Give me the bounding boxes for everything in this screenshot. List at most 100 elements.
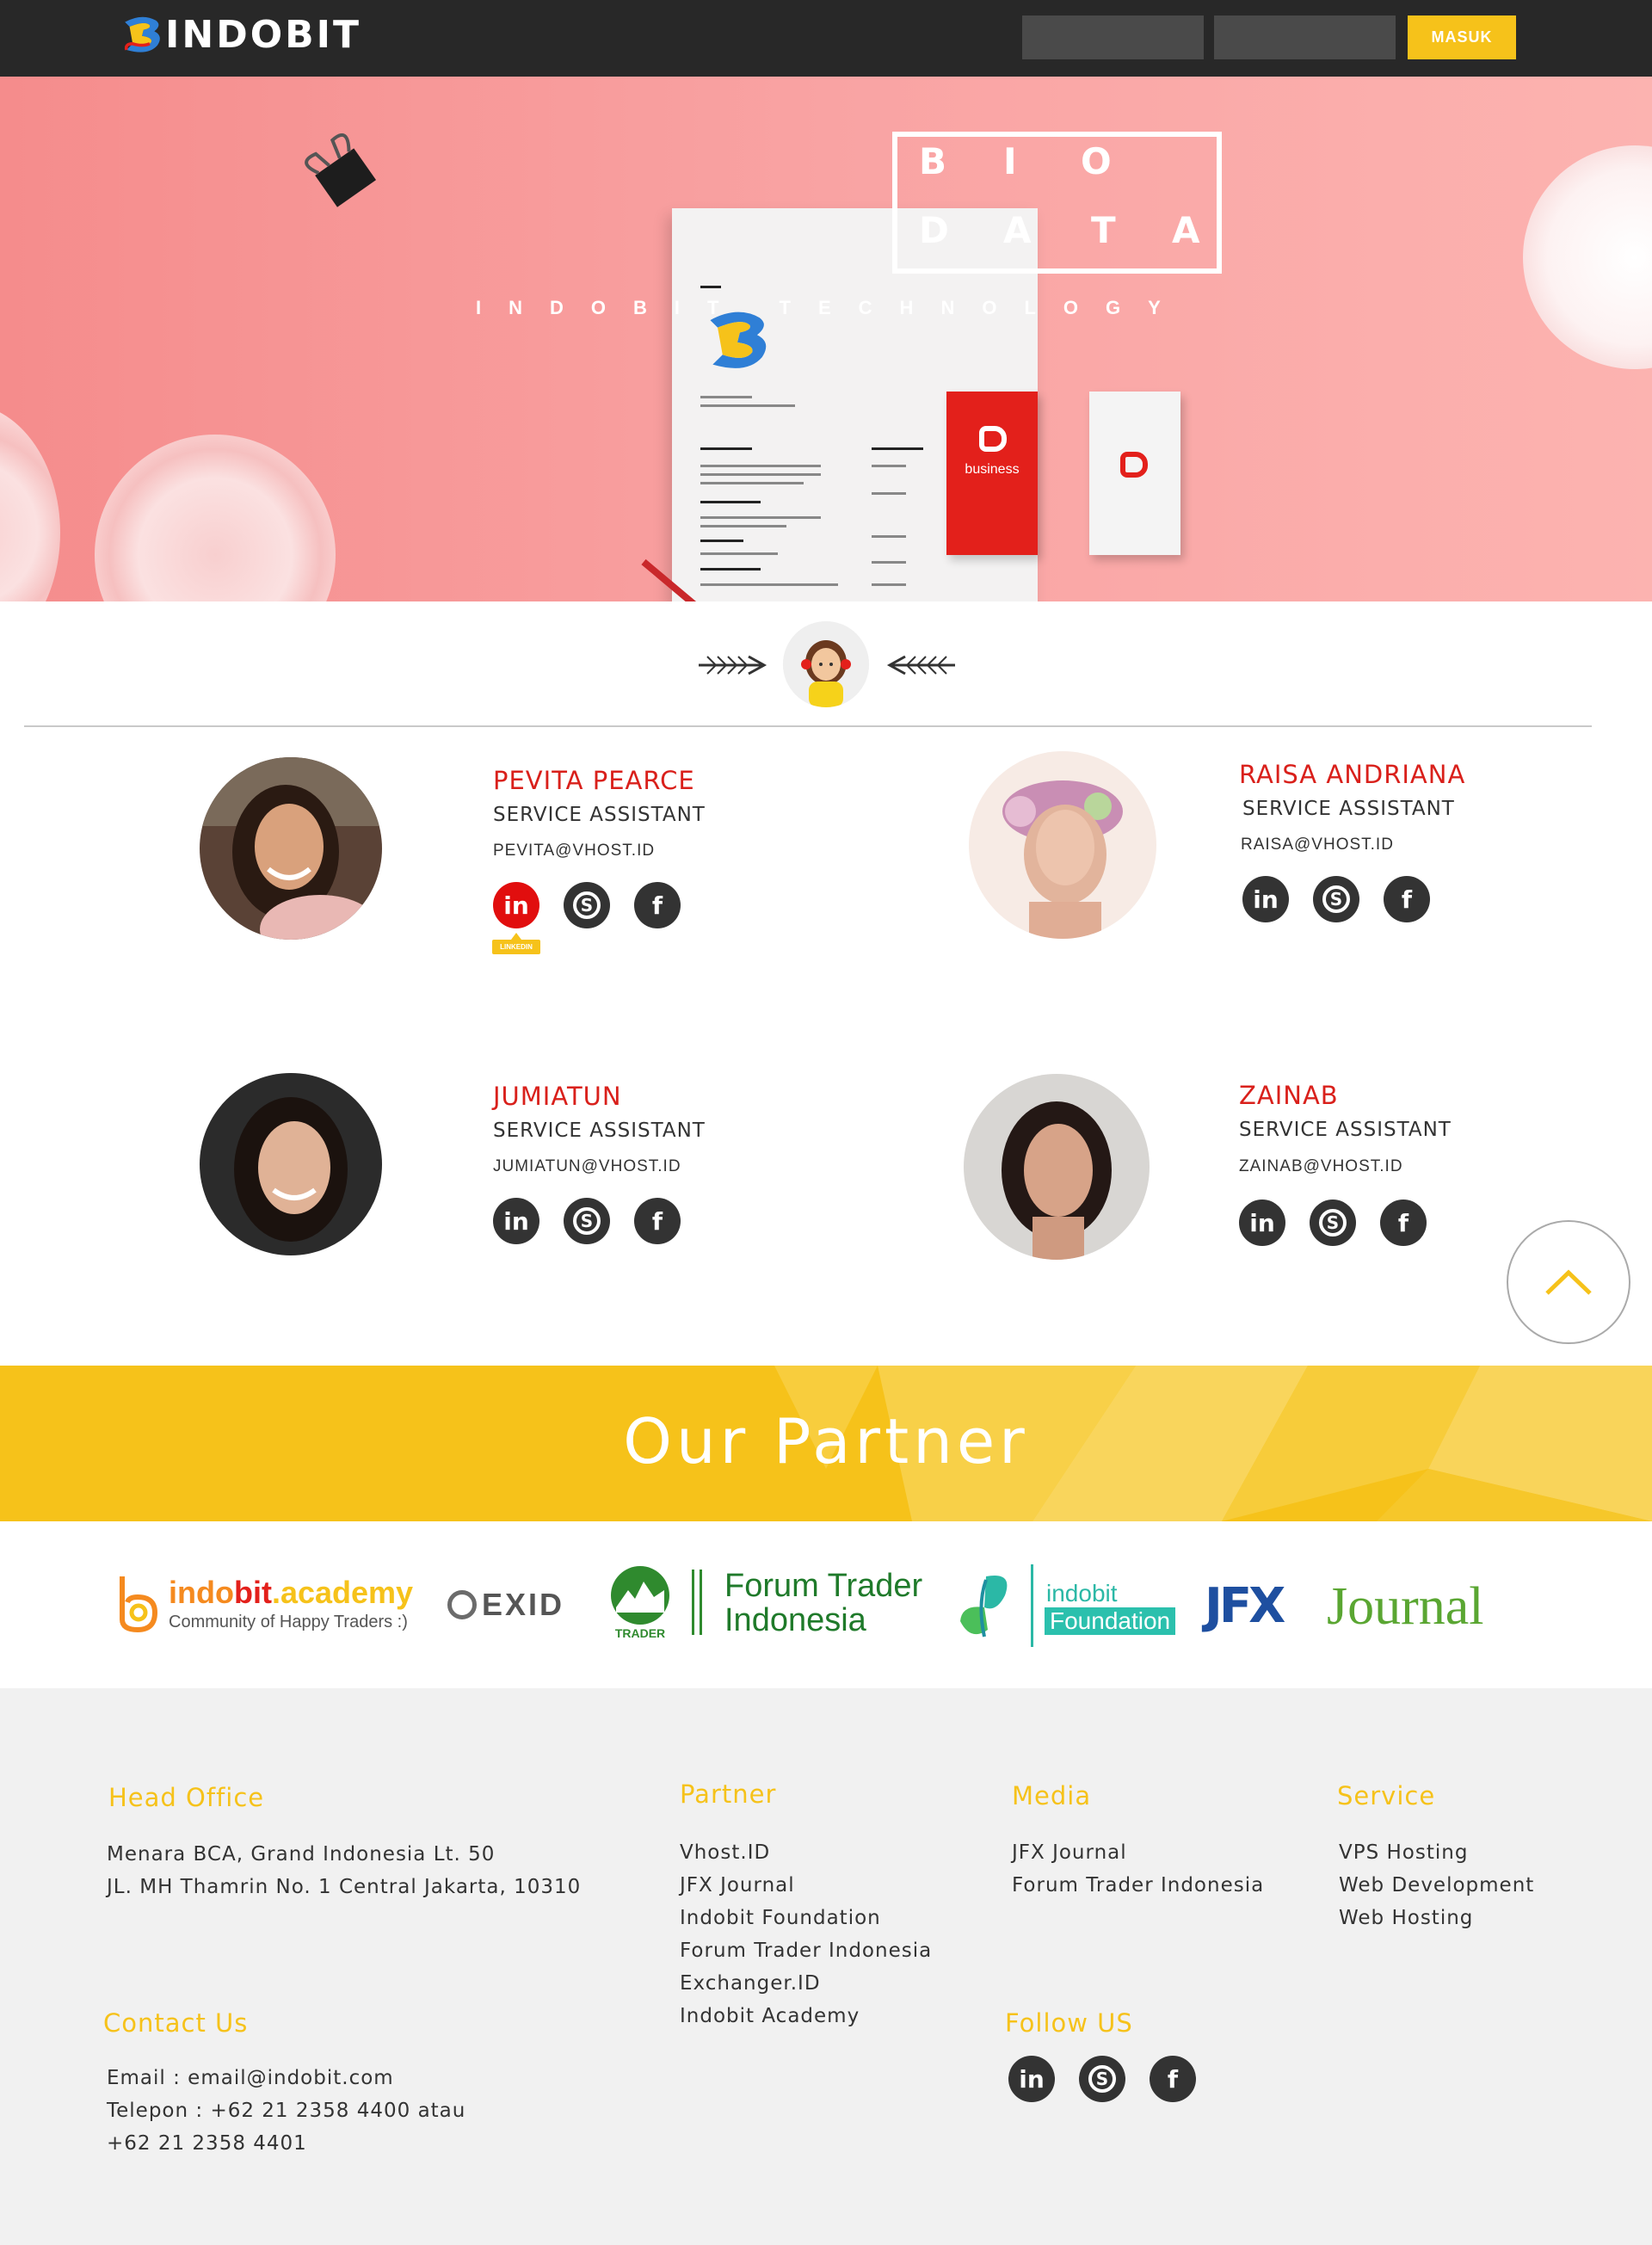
footer-partner-links: Vhost.ID JFX Journal Indobit Foundation … bbox=[680, 1836, 932, 2032]
academy-tagline: Community of Happy Traders :) bbox=[169, 1613, 408, 1631]
support-agent-icon bbox=[783, 621, 869, 707]
forum-trader-indonesia-logo[interactable]: TRADER Forum Trader Indonesia bbox=[607, 1559, 922, 1654]
member-name: ZAINAB bbox=[1239, 1081, 1339, 1110]
linkedin-icon[interactable]: in bbox=[493, 1198, 539, 1244]
member-social-links: in S f bbox=[1239, 1200, 1427, 1246]
bio-letter: T bbox=[1091, 209, 1116, 251]
member-photo bbox=[200, 757, 382, 940]
contact-phone[interactable]: +62 21 2358 4401 bbox=[107, 2127, 465, 2160]
team-member-card: ZAINAB SERVICE ASSISTANT ZAINAB@VHOST.ID… bbox=[964, 1074, 1566, 1272]
footer-media-links: JFX Journal Forum Trader Indonesia bbox=[1012, 1836, 1264, 1902]
member-name: JUMIATUN bbox=[493, 1082, 622, 1111]
support-avatar bbox=[783, 621, 869, 707]
linkedin-icon[interactable]: in bbox=[1242, 876, 1289, 922]
coffee-cup-illustration bbox=[95, 435, 336, 601]
footer-link[interactable]: Forum Trader Indonesia bbox=[1012, 1869, 1264, 1902]
card-logo-icon bbox=[1120, 452, 1148, 478]
member-social-links: in S f bbox=[1242, 876, 1430, 922]
facebook-icon[interactable]: f bbox=[1384, 876, 1430, 922]
card-label: business bbox=[965, 462, 1020, 477]
arrow-right-decoration-icon bbox=[886, 655, 955, 675]
facebook-icon[interactable]: f bbox=[1150, 2056, 1196, 2102]
footer-link[interactable]: JFX Journal bbox=[1012, 1836, 1264, 1869]
contact-phone[interactable]: Telepon : +62 21 2358 4400 atau bbox=[107, 2094, 465, 2127]
scroll-to-top-button[interactable] bbox=[1507, 1220, 1630, 1344]
skype-icon[interactable]: S bbox=[564, 882, 610, 928]
bio-letter: B bbox=[919, 140, 947, 182]
fti-name-line1: Forum Trader bbox=[724, 1568, 923, 1604]
top-navigation-bar: INDOBIT MASUK bbox=[0, 0, 1652, 77]
footer-link[interactable]: Forum Trader Indonesia bbox=[680, 1934, 932, 1967]
bio-letter: A bbox=[1172, 209, 1200, 251]
jfx-mark: JFX bbox=[1205, 1578, 1285, 1634]
password-input[interactable] bbox=[1214, 15, 1396, 59]
fti-divider bbox=[692, 1570, 702, 1635]
linkedin-icon[interactable]: in bbox=[1008, 2056, 1055, 2102]
footer-link[interactable]: Exchanger.ID bbox=[680, 1967, 932, 2000]
footer-contact-title: Contact Us bbox=[103, 2008, 249, 2038]
bio-letter: O bbox=[1081, 140, 1112, 182]
login-button[interactable]: MASUK bbox=[1408, 15, 1516, 59]
facebook-icon[interactable]: f bbox=[634, 882, 681, 928]
member-portrait-image bbox=[964, 1074, 1150, 1260]
contact-email[interactable]: Email : email@indobit.com bbox=[107, 2062, 465, 2094]
footer-link[interactable]: JFX Journal bbox=[680, 1869, 932, 1902]
facebook-icon[interactable]: f bbox=[634, 1198, 681, 1244]
team-divider bbox=[24, 725, 1592, 727]
team-member-card: JUMIATUN SERVICE ASSISTANT JUMIATUN@VHOS… bbox=[200, 1073, 802, 1271]
member-role: SERVICE ASSISTANT bbox=[493, 1119, 706, 1142]
member-email[interactable]: PEVITA@VHOST.ID bbox=[493, 842, 655, 860]
brand-logo[interactable]: INDOBIT bbox=[119, 9, 361, 60]
team-member-card: PEVITA PEARCE SERVICE ASSISTANT PEVITA@V… bbox=[200, 757, 802, 955]
red-business-card: business bbox=[946, 392, 1038, 555]
team-member-card: RAISA ANDRIANA SERVICE ASSISTANT RAISA@V… bbox=[969, 751, 1571, 949]
bio-letter: A bbox=[1003, 209, 1032, 251]
exid-logo[interactable]: EXID bbox=[447, 1583, 562, 1626]
chevron-up-icon bbox=[1545, 1269, 1592, 1295]
member-portrait-image bbox=[969, 751, 1156, 939]
linkedin-icon[interactable]: in bbox=[493, 882, 539, 928]
indobit-foundation-logo[interactable]: indobit Foundation bbox=[953, 1564, 1187, 1650]
username-input[interactable] bbox=[1022, 15, 1204, 59]
footer-link[interactable]: VPS Hosting bbox=[1339, 1836, 1534, 1869]
plate-illustration bbox=[1523, 145, 1652, 369]
member-role: SERVICE ASSISTANT bbox=[1242, 798, 1455, 820]
binder-clip-icon bbox=[305, 133, 377, 207]
footer-social-links: in S f bbox=[1008, 2056, 1196, 2102]
footer-link[interactable]: Web Development bbox=[1339, 1869, 1534, 1902]
academy-name-part: bit bbox=[233, 1575, 272, 1610]
fti-name-line2: Indonesia bbox=[724, 1602, 866, 1638]
skype-icon[interactable]: S bbox=[564, 1198, 610, 1244]
bio-letter: I bbox=[1003, 140, 1017, 182]
member-name: PEVITA PEARCE bbox=[493, 766, 695, 795]
member-email[interactable]: ZAINAB@VHOST.ID bbox=[1239, 1157, 1403, 1176]
academy-name-part: .academy bbox=[271, 1575, 414, 1610]
facebook-icon[interactable]: f bbox=[1380, 1200, 1427, 1246]
trader-badge-label: TRADER bbox=[614, 1626, 666, 1640]
jfx-journal-logo[interactable]: JFX Journal bbox=[1205, 1575, 1489, 1644]
bio-letter: D bbox=[919, 209, 949, 251]
footer-link[interactable]: Web Hosting bbox=[1339, 1902, 1534, 1934]
footer-link[interactable]: Indobit Academy bbox=[680, 2000, 932, 2032]
skype-icon[interactable]: S bbox=[1313, 876, 1359, 922]
hero-tagline: INDOBIT TECHNOLOGY bbox=[476, 297, 1188, 318]
jfx-journal-word: Journal bbox=[1327, 1577, 1484, 1636]
member-email[interactable]: RAISA@VHOST.ID bbox=[1241, 836, 1394, 854]
foundation-divider bbox=[1031, 1564, 1033, 1647]
brand-name: INDOBIT bbox=[165, 12, 362, 57]
partner-banner: Our Partner bbox=[0, 1366, 1652, 1521]
skype-icon[interactable]: S bbox=[1079, 2056, 1125, 2102]
linkedin-icon[interactable]: in bbox=[1239, 1200, 1285, 1246]
footer-link[interactable]: Indobit Foundation bbox=[680, 1902, 932, 1934]
indobit-academy-logo[interactable]: indobit.academy Community of Happy Trade… bbox=[114, 1570, 423, 1638]
academy-name: indobit.academy bbox=[169, 1575, 413, 1611]
member-role: SERVICE ASSISTANT bbox=[1239, 1119, 1452, 1141]
partner-section-title: Our Partner bbox=[623, 1405, 1029, 1477]
footer-link[interactable]: Vhost.ID bbox=[680, 1836, 932, 1869]
footer-contact-info: Email : email@indobit.com Telepon : +62 … bbox=[107, 2062, 465, 2160]
footer-service-title: Service bbox=[1337, 1781, 1436, 1810]
partner-logos-strip: indobit.academy Community of Happy Trade… bbox=[0, 1521, 1652, 1688]
footer-head-office-address: Menara BCA, Grand Indonesia Lt. 50 JL. M… bbox=[107, 1838, 581, 1903]
member-email[interactable]: JUMIATUN@VHOST.ID bbox=[493, 1157, 681, 1176]
skype-icon[interactable]: S bbox=[1310, 1200, 1356, 1246]
